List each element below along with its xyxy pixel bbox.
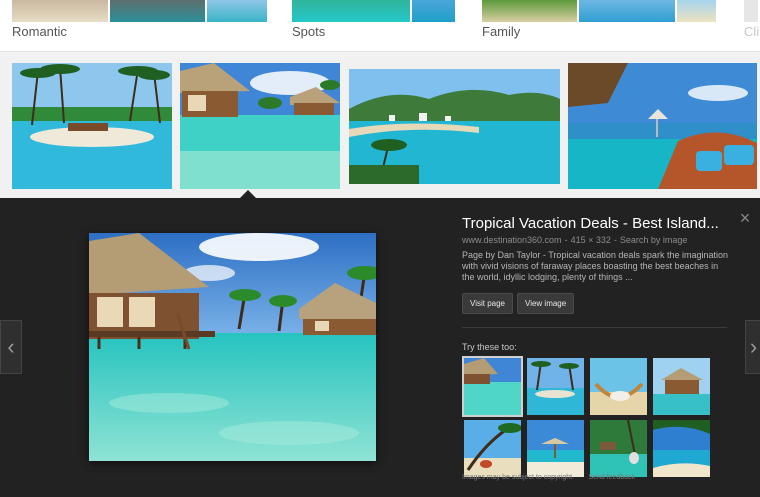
similar-image-4[interactable]: [653, 358, 710, 415]
preview-footer: Images may be subject to copyright. · Send…: [462, 474, 641, 481]
result-image-palm-pool[interactable]: [12, 63, 172, 189]
close-icon[interactable]: ×: [737, 209, 753, 227]
similar-image-6[interactable]: [527, 420, 584, 477]
similar-image-3[interactable]: [590, 358, 647, 415]
meta-separator: -: [564, 235, 568, 245]
category-thumbnails: [292, 0, 455, 22]
category-clip[interactable]: Clip: [744, 0, 760, 52]
source-url[interactable]: www.destination360.com: [462, 235, 562, 245]
similar-image-5[interactable]: [464, 420, 521, 477]
similar-image-1[interactable]: [462, 356, 523, 417]
preview-description: Page by Dan Taylor - Tropical vacation d…: [462, 250, 728, 282]
copyright-note: Images may be subject to copyright.: [462, 474, 575, 481]
category-thumbnails: [744, 0, 758, 22]
send-feedback-link[interactable]: Send feedback: [588, 474, 641, 481]
similar-image-2[interactable]: [527, 358, 584, 415]
category-label: Clip: [744, 24, 760, 39]
category-thumbnails: [12, 0, 267, 22]
previous-image-button[interactable]: ‹: [0, 320, 22, 374]
category-spots[interactable]: Spots: [292, 0, 455, 52]
similar-image-7[interactable]: [590, 420, 647, 477]
result-image-bungalows[interactable]: [180, 63, 340, 189]
similar-image-8[interactable]: [653, 420, 710, 477]
category-label: Spots: [292, 24, 326, 39]
search-by-image-link[interactable]: Search by image: [620, 235, 688, 245]
preview-panel: ‹ › Tropical Vacation Deals - Best Islan…: [0, 198, 760, 497]
result-image-infinity-pool[interactable]: [568, 63, 757, 189]
divider: [462, 327, 727, 328]
result-image-bay[interactable]: [349, 69, 560, 184]
chevron-right-icon: ›: [749, 334, 758, 359]
preview-title[interactable]: Tropical Vacation Deals - Best Island...: [462, 215, 732, 232]
category-label: Romantic: [12, 24, 67, 39]
category-label: Family: [482, 24, 521, 39]
preview-image[interactable]: [89, 233, 376, 461]
category-family[interactable]: Family: [482, 0, 716, 52]
category-romantic[interactable]: Romantic: [12, 0, 267, 52]
preview-meta: www.destination360.com -415 × 332- Search …: [462, 235, 687, 245]
category-thumbnails: [482, 0, 716, 22]
view-image-button[interactable]: View image: [517, 293, 575, 314]
selection-caret: [240, 190, 256, 198]
image-dimensions: 415 × 332: [570, 235, 611, 245]
try-these-label: Try these too:: [462, 342, 517, 352]
category-strip: Romantic Spots Family Clip: [0, 0, 760, 52]
visit-page-button[interactable]: Visit page: [462, 293, 513, 314]
result-row: [0, 52, 760, 198]
next-image-button[interactable]: ›: [745, 320, 760, 374]
meta-separator: -: [613, 235, 617, 245]
image-search-page: Romantic Spots Family Clip: [0, 0, 760, 497]
chevron-left-icon: ‹: [7, 334, 15, 359]
